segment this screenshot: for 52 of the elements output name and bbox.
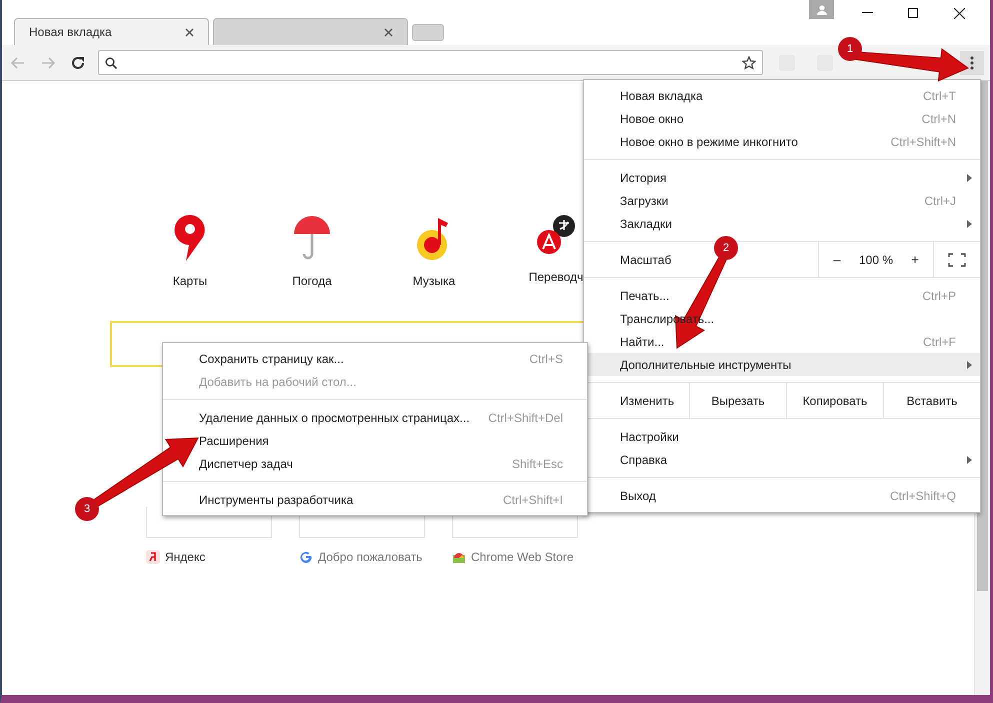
step-number-badge: 1 (838, 37, 862, 61)
star-icon[interactable] (742, 56, 756, 70)
zoom-out-button[interactable]: – (819, 252, 855, 267)
step-number-badge: 3 (75, 497, 99, 521)
back-arrow-icon (11, 56, 25, 68)
menu-item[interactable]: Новое окно Ctrl+N (584, 107, 980, 130)
browser-tab[interactable]: Новая вкладка (14, 18, 209, 45)
profile-button[interactable] (809, 0, 834, 19)
bookmark-label[interactable]: Яндекс (165, 550, 206, 564)
search-icon (105, 56, 117, 68)
google-logo-icon (299, 550, 313, 564)
menu-item[interactable]: Новая вкладка Ctrl+T (584, 84, 980, 107)
menu-item[interactable]: Загрузки Ctrl+J (584, 189, 980, 212)
bookmark-label[interactable]: Добро пожаловать (318, 550, 422, 564)
map-pin-icon (174, 214, 206, 262)
zoom-label: Масштаб (620, 252, 672, 266)
service-tile[interactable]: Музыка (389, 214, 479, 288)
close-icon[interactable] (384, 28, 393, 36)
menu-item[interactable]: История (584, 166, 980, 189)
person-icon (816, 4, 826, 14)
close-icon (954, 8, 964, 18)
close-icon[interactable] (185, 28, 194, 36)
submenu-item[interactable]: Расширения (163, 429, 587, 452)
reload-icon (71, 56, 85, 70)
submenu-item[interactable]: Инструменты разработчика Ctrl+Shift+I (163, 488, 587, 511)
menu-item[interactable]: Справка (584, 448, 980, 471)
menu-item[interactable]: Новое окно в режиме инкогнито Ctrl+Shift+N (584, 130, 980, 153)
umbrella-icon (292, 214, 332, 262)
forward-arrow-icon (41, 56, 55, 68)
service-tile[interactable]: Карты (145, 214, 235, 288)
tile-label: Карты (172, 274, 208, 288)
tile-label: Музыка (412, 274, 456, 288)
zoom-value: 100 % (858, 252, 894, 266)
new-tab-button[interactable] (412, 24, 444, 41)
more-vertical-icon (970, 56, 974, 70)
submenu-item[interactable]: Удаление данных о просмотренных страницах... Ctrl+Shift+Del (163, 406, 587, 429)
maximize-icon (908, 8, 918, 18)
tile-label: Погода (292, 274, 332, 288)
menu-button[interactable] (960, 50, 984, 74)
service-tile[interactable]: Погода (267, 214, 357, 288)
edit-label: Изменить (620, 394, 674, 408)
zoom-in-button[interactable]: + (897, 252, 933, 267)
menu-item[interactable]: Найти... Ctrl+F (584, 330, 980, 353)
bookmark-label[interactable]: Chrome Web Store (471, 550, 574, 564)
yandex-logo-icon (146, 550, 160, 564)
web-store-icon (452, 550, 466, 564)
minimize-icon (862, 12, 872, 14)
menu-item[interactable]: Выход Ctrl+Shift+Q (584, 484, 980, 507)
fullscreen-icon[interactable] (948, 252, 966, 266)
tile-label: Переводч (528, 270, 584, 284)
menu-item[interactable]: Настройки (584, 425, 980, 448)
submenu-item[interactable]: Сохранить страницу как... Ctrl+S (163, 347, 587, 370)
